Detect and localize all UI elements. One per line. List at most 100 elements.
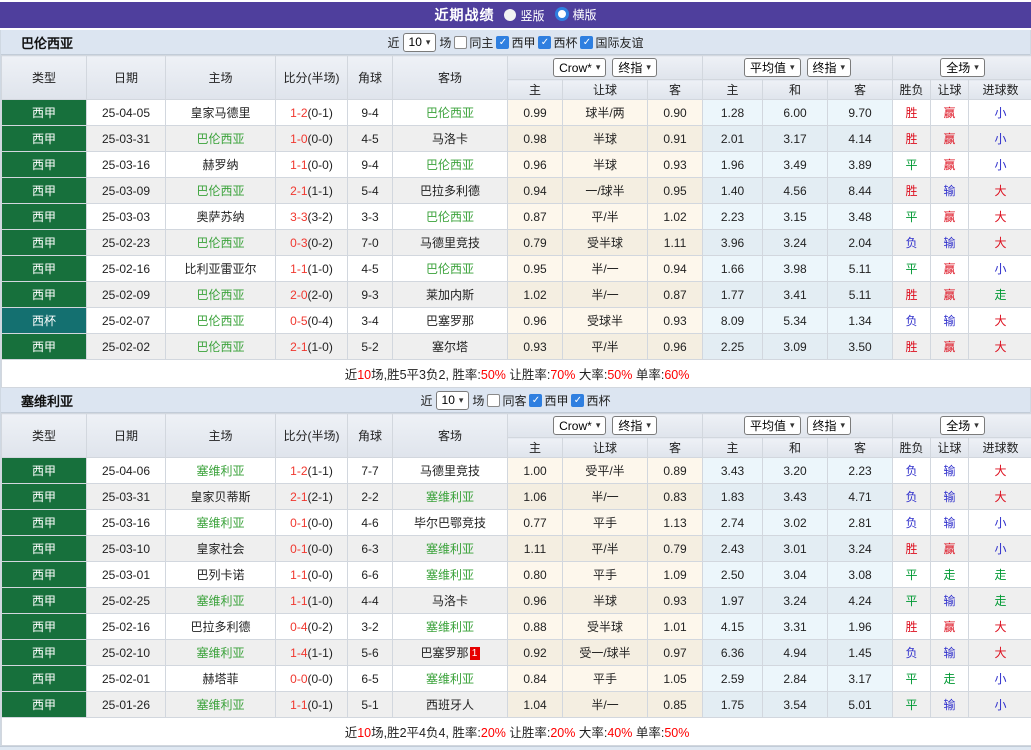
match-row: 西甲25-02-23巴伦西亚0-3(0-2)7-0马德里竞技0.79受半球1.1… (2, 230, 1031, 256)
home-team-cell: 塞维利亚 (166, 692, 276, 718)
recent-count-select[interactable]: 10▾ (436, 391, 470, 410)
average-stage-select[interactable]: 终指▾ (807, 416, 852, 435)
date-cell: 25-02-16 (87, 614, 166, 640)
odds-away-cell: 0.93 (648, 152, 703, 178)
sub-column-header: 主 (703, 80, 763, 100)
bookmaker-select[interactable]: Crow*▾ (553, 416, 606, 435)
home-team-cell: 巴伦西亚 (166, 282, 276, 308)
checkbox-icon[interactable]: ✓ (496, 36, 509, 49)
competition-checkbox-1[interactable]: ✓西杯 (571, 392, 610, 409)
same-venue-checkbox[interactable]: 同主 (454, 34, 493, 51)
avg-draw-cell: 3.49 (763, 152, 828, 178)
away-team-cell: 巴伦西亚 (393, 152, 508, 178)
recent-count-select[interactable]: 10▾ (403, 33, 437, 52)
score-cell: 2-1(2-1) (276, 484, 348, 510)
match-row: 西甲25-02-09巴伦西亚2-0(2-0)9-3莱加内斯1.02半/一0.87… (2, 282, 1031, 308)
result-handicap-cell: 输 (931, 484, 969, 510)
column-header: 角球 (348, 414, 393, 458)
checkbox-icon[interactable]: ✓ (580, 36, 593, 49)
chevron-down-icon: ▾ (974, 62, 979, 73)
competition-checkbox-2[interactable]: ✓国际友谊 (580, 34, 643, 51)
column-header: 比分(半场) (276, 414, 348, 458)
competition-checkbox-1[interactable]: ✓西杯 (538, 34, 577, 51)
corner-cell: 9-4 (348, 100, 393, 126)
handicap-cell: 受半球 (563, 614, 648, 640)
score-cell: 2-1(1-0) (276, 334, 348, 360)
radio-icon[interactable] (504, 9, 516, 21)
sub-column-header: 客 (648, 80, 703, 100)
avg-home-cell: 3.96 (703, 230, 763, 256)
competition-checkbox-0[interactable]: ✓西甲 (529, 392, 568, 409)
checkbox-icon[interactable] (454, 36, 467, 49)
handicap-cell: 半/一 (563, 282, 648, 308)
layout-radio-1[interactable]: 横版 (555, 6, 597, 23)
odds-home-cell: 0.80 (508, 562, 563, 588)
corner-cell: 3-2 (348, 614, 393, 640)
league-cell: 西甲 (2, 614, 87, 640)
match-row: 西甲25-01-26塞维利亚1-1(0-1)5-1西班牙人1.04半/一0.85… (2, 692, 1031, 718)
away-team-cell: 塞尔塔 (393, 334, 508, 360)
away-team-cell: 巴塞罗那1 (393, 640, 508, 666)
checkbox-icon[interactable]: ✓ (538, 36, 551, 49)
sub-column-header: 和 (763, 438, 828, 458)
result-handicap-cell: 赢 (931, 334, 969, 360)
avg-draw-cell: 2.84 (763, 666, 828, 692)
corner-cell: 9-3 (348, 282, 393, 308)
bookmaker-stage-select[interactable]: 终指▾ (612, 58, 657, 77)
corner-cell: 4-4 (348, 588, 393, 614)
date-cell: 25-03-31 (87, 484, 166, 510)
avg-draw-cell: 5.34 (763, 308, 828, 334)
handicap-cell: 球半/两 (563, 100, 648, 126)
odds-home-cell: 0.84 (508, 666, 563, 692)
result-goals-cell: 小 (969, 126, 1031, 152)
checkbox-icon[interactable] (487, 394, 500, 407)
chevron-down-icon: ▾ (646, 62, 651, 73)
avg-home-cell: 1.96 (703, 152, 763, 178)
same-venue-checkbox[interactable]: 同客 (487, 392, 526, 409)
avg-away-cell: 8.44 (828, 178, 893, 204)
average-stage-select[interactable]: 终指▾ (807, 58, 852, 77)
result-goals-cell: 大 (969, 458, 1031, 484)
result-handicap-cell: 输 (931, 692, 969, 718)
result-goals-cell: 小 (969, 666, 1031, 692)
away-team-cell: 塞维利亚 (393, 614, 508, 640)
score-cell: 0-1(0-0) (276, 510, 348, 536)
result-goals-cell: 大 (969, 178, 1031, 204)
avg-home-cell: 1.28 (703, 100, 763, 126)
avg-home-cell: 4.15 (703, 614, 763, 640)
checkbox-icon[interactable]: ✓ (529, 394, 542, 407)
match-row: 西甲25-02-16比利亚雷亚尔1-1(1-0)4-5巴伦西亚0.95半/一0.… (2, 256, 1031, 282)
result-outcome-cell: 胜 (893, 334, 931, 360)
bookmaker-select[interactable]: Crow*▾ (553, 58, 606, 77)
score-cell: 2-1(1-1) (276, 178, 348, 204)
away-team-cell: 马德里竞技 (393, 230, 508, 256)
avg-away-cell: 9.70 (828, 100, 893, 126)
average-select[interactable]: 平均值▾ (744, 416, 801, 435)
scope-select[interactable]: 全场▾ (940, 416, 985, 435)
score-cell: 1-2(1-1) (276, 458, 348, 484)
scope-select[interactable]: 全场▾ (940, 58, 985, 77)
competition-checkbox-0[interactable]: ✓西甲 (496, 34, 535, 51)
result-goals-cell: 小 (969, 256, 1031, 282)
home-team-cell: 巴伦西亚 (166, 334, 276, 360)
result-handicap-cell: 赢 (931, 152, 969, 178)
score-cell: 0-0(0-0) (276, 666, 348, 692)
average-select[interactable]: 平均值▾ (744, 58, 801, 77)
odds-away-cell: 0.93 (648, 588, 703, 614)
bookmaker-stage-select[interactable]: 终指▾ (612, 416, 657, 435)
corner-cell: 4-5 (348, 256, 393, 282)
result-handicap-cell: 输 (931, 640, 969, 666)
handicap-cell: 平手 (563, 666, 648, 692)
radio-icon[interactable] (555, 7, 569, 21)
away-team-cell: 塞维利亚 (393, 666, 508, 692)
team-table-1: 塞维利亚近10▾场同客✓西甲✓西杯类型日期主场比分(半场)角球客场Crow*▾终… (1, 388, 1030, 746)
handicap-cell: 受球半 (563, 308, 648, 334)
match-row: 西甲25-02-16巴拉多利德0-4(0-2)3-2塞维利亚0.88受半球1.0… (2, 614, 1031, 640)
layout-radio-0[interactable]: 竖版 (504, 7, 544, 24)
result-handicap-cell: 赢 (931, 614, 969, 640)
checkbox-icon[interactable]: ✓ (571, 394, 584, 407)
away-team-cell: 马德里竞技 (393, 458, 508, 484)
odds-home-cell: 1.11 (508, 536, 563, 562)
score-cell: 0-3(0-2) (276, 230, 348, 256)
result-goals-cell: 小 (969, 152, 1031, 178)
